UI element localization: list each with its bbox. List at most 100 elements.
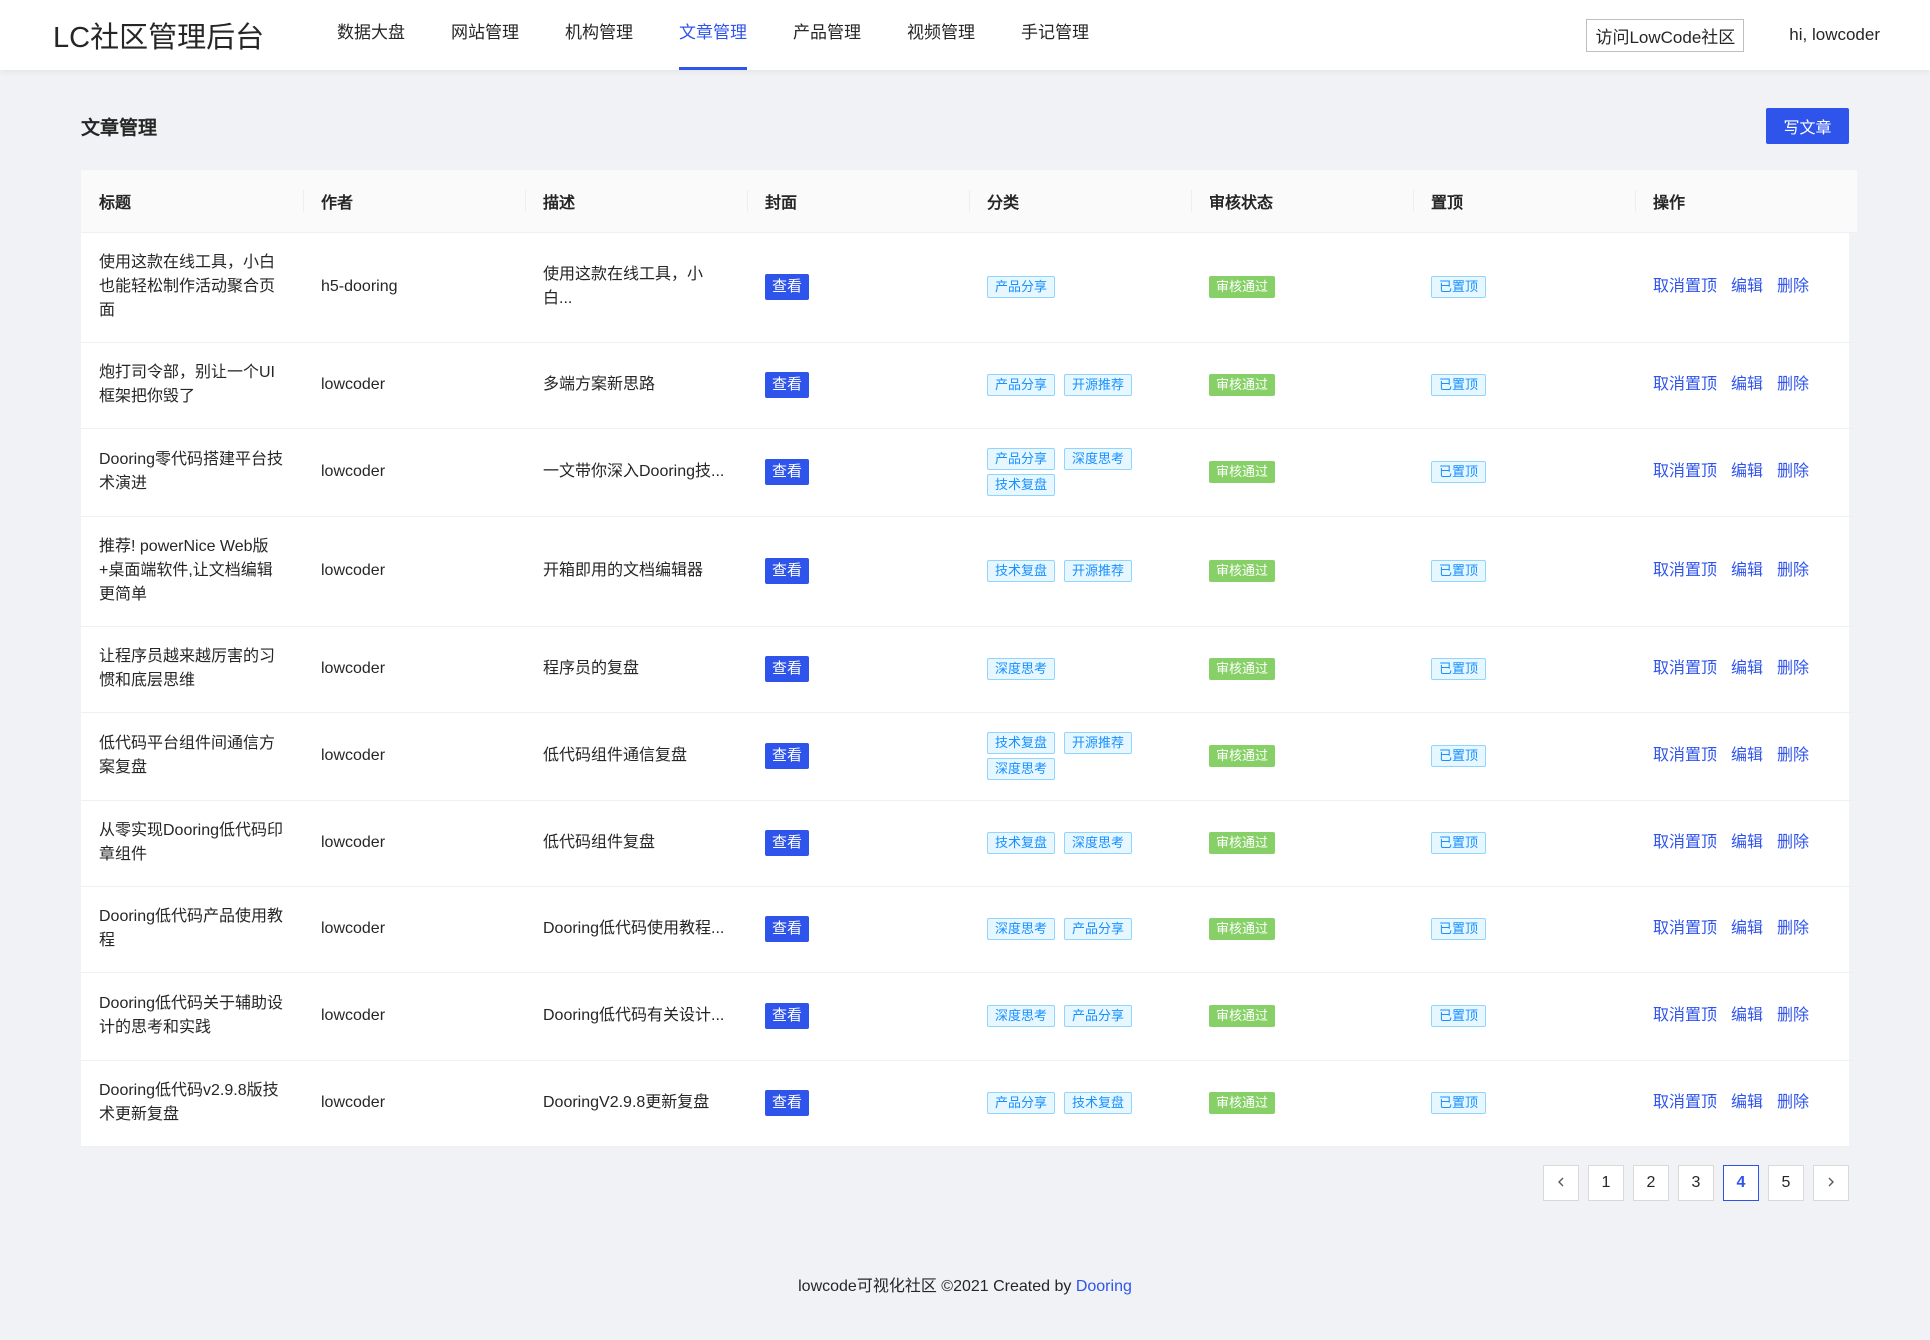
column-header: 置顶 — [1413, 170, 1635, 233]
view-cover-button[interactable]: 查看 — [765, 274, 810, 300]
prev-page-button[interactable] — [1543, 1164, 1579, 1201]
table-row: 低代码平台组件间通信方案复盘 lowcoder 低代码组件通信复盘 查看 技术复盘 开源推… — [81, 712, 1857, 801]
category-tag: 技术复盘 — [987, 732, 1056, 754]
cell-author: lowcoder — [303, 712, 525, 801]
view-cover-button[interactable]: 查看 — [765, 656, 810, 682]
nav-item-0[interactable]: 数据大盘 — [337, 0, 405, 70]
nav-item-3[interactable]: 文章管理 — [679, 0, 747, 70]
cell-cover: 查看 — [747, 428, 969, 517]
status-badge: 审核通过 — [1209, 658, 1276, 680]
cell-category: 深度思考 产品分享 — [969, 972, 1191, 1061]
edit-link[interactable]: 编辑 — [1731, 278, 1763, 295]
column-header: 操作 — [1635, 170, 1857, 233]
cell-status: 审核通过 — [1191, 516, 1413, 627]
cell-actions: 取消置顶 编辑 删除 — [1635, 800, 1857, 887]
user-greeting[interactable]: hi, lowcoder — [1789, 25, 1880, 45]
nav-item-1[interactable]: 网站管理 — [451, 0, 519, 70]
nav-item-2[interactable]: 机构管理 — [565, 0, 633, 70]
view-cover-button[interactable]: 查看 — [765, 372, 810, 398]
category-tags: 技术复盘 开源推荐 — [987, 558, 1147, 584]
next-page-button[interactable] — [1813, 1164, 1849, 1201]
cell-actions: 取消置顶 编辑 删除 — [1635, 712, 1857, 801]
cell-author: lowcoder — [303, 800, 525, 887]
page-number-button[interactable]: 4 — [1723, 1164, 1759, 1201]
cell-author: lowcoder — [303, 626, 525, 713]
delete-link[interactable]: 删除 — [1777, 1007, 1809, 1024]
unpin-link[interactable]: 取消置顶 — [1653, 376, 1717, 393]
delete-link[interactable]: 删除 — [1777, 747, 1809, 764]
unpin-link[interactable]: 取消置顶 — [1653, 660, 1717, 677]
unpin-link[interactable]: 取消置顶 — [1653, 1007, 1717, 1024]
cell-cover: 查看 — [747, 516, 969, 627]
view-cover-button[interactable]: 查看 — [765, 1090, 810, 1116]
edit-link[interactable]: 编辑 — [1731, 1007, 1763, 1024]
edit-link[interactable]: 编辑 — [1731, 1094, 1763, 1111]
cell-cover: 查看 — [747, 232, 969, 343]
view-cover-button[interactable]: 查看 — [765, 558, 810, 584]
delete-link[interactable]: 删除 — [1777, 660, 1809, 677]
cell-cover: 查看 — [747, 712, 969, 801]
cell-status: 审核通过 — [1191, 1060, 1413, 1147]
view-cover-button[interactable]: 查看 — [765, 743, 810, 769]
unpin-link[interactable]: 取消置顶 — [1653, 747, 1717, 764]
delete-link[interactable]: 删除 — [1777, 376, 1809, 393]
edit-link[interactable]: 编辑 — [1731, 463, 1763, 480]
page-number-button[interactable]: 5 — [1768, 1164, 1804, 1201]
view-cover-button[interactable]: 查看 — [765, 1003, 810, 1029]
nav-item-6[interactable]: 手记管理 — [1021, 0, 1089, 70]
edit-link[interactable]: 编辑 — [1731, 660, 1763, 677]
page-number-button[interactable]: 3 — [1678, 1164, 1714, 1201]
cell-pin: 已置顶 — [1413, 1060, 1635, 1147]
unpin-link[interactable]: 取消置顶 — [1653, 278, 1717, 295]
cell-description: 开箱即用的文档编辑器 — [525, 516, 747, 627]
cell-category: 深度思考 — [969, 626, 1191, 713]
footer-link[interactable]: Dooring — [1076, 1278, 1132, 1295]
unpin-link[interactable]: 取消置顶 — [1653, 562, 1717, 579]
pagination: 12345 — [81, 1164, 1849, 1201]
table-header-row: 标题 作者 描述 封面 分类 审核状态 置顶 操作 — [81, 170, 1857, 233]
unpin-link[interactable]: 取消置顶 — [1653, 463, 1717, 480]
unpin-link[interactable]: 取消置顶 — [1653, 834, 1717, 851]
view-cover-button[interactable]: 查看 — [765, 459, 810, 485]
cell-category: 产品分享 — [969, 232, 1191, 343]
delete-link[interactable]: 删除 — [1777, 562, 1809, 579]
category-tag: 产品分享 — [987, 374, 1056, 396]
edit-link[interactable]: 编辑 — [1731, 920, 1763, 937]
edit-link[interactable]: 编辑 — [1731, 562, 1763, 579]
write-article-button[interactable]: 写文章 — [1766, 108, 1849, 144]
table-row: Dooring低代码产品使用教程 lowcoder Dooring低代码使用教程..… — [81, 886, 1857, 973]
delete-link[interactable]: 删除 — [1777, 834, 1809, 851]
category-tag: 深度思考 — [987, 658, 1056, 680]
pinned-badge: 已置顶 — [1431, 461, 1487, 483]
category-tags: 产品分享 开源推荐 — [987, 372, 1147, 398]
page-head: 文章管理 写文章 — [81, 70, 1849, 164]
delete-link[interactable]: 删除 — [1777, 463, 1809, 480]
pinned-badge: 已置顶 — [1431, 560, 1487, 582]
cell-description: 多端方案新思路 — [525, 342, 747, 429]
edit-link[interactable]: 编辑 — [1731, 834, 1763, 851]
cell-cover: 查看 — [747, 342, 969, 429]
unpin-link[interactable]: 取消置顶 — [1653, 1094, 1717, 1111]
cell-actions: 取消置顶 编辑 删除 — [1635, 972, 1857, 1061]
view-cover-button[interactable]: 查看 — [765, 916, 810, 942]
status-badge: 审核通过 — [1209, 745, 1276, 767]
category-tags: 产品分享 — [987, 274, 1147, 300]
category-tag: 技术复盘 — [987, 474, 1056, 496]
cell-title: 炮打司令部，别让一个UI框架把你毁了 — [81, 342, 303, 429]
edit-link[interactable]: 编辑 — [1731, 376, 1763, 393]
visit-community-button[interactable]: 访问LowCode社区 — [1586, 18, 1745, 52]
unpin-link[interactable]: 取消置顶 — [1653, 920, 1717, 937]
app-logo: LC社区管理后台 — [53, 22, 265, 54]
edit-link[interactable]: 编辑 — [1731, 747, 1763, 764]
header-right: 访问LowCode社区 hi, lowcoder — [1586, 18, 1880, 52]
page-number-button[interactable]: 1 — [1588, 1164, 1624, 1201]
category-tag: 深度思考 — [1064, 832, 1133, 854]
nav-item-5[interactable]: 视频管理 — [907, 0, 975, 70]
page-number-button[interactable]: 2 — [1633, 1164, 1669, 1201]
delete-link[interactable]: 删除 — [1777, 278, 1809, 295]
nav-item-4[interactable]: 产品管理 — [793, 0, 861, 70]
table-row: Dooring低代码关于辅助设计的思考和实践 lowcoder Dooring低代码… — [81, 972, 1857, 1061]
view-cover-button[interactable]: 查看 — [765, 830, 810, 856]
delete-link[interactable]: 删除 — [1777, 920, 1809, 937]
delete-link[interactable]: 删除 — [1777, 1094, 1809, 1111]
